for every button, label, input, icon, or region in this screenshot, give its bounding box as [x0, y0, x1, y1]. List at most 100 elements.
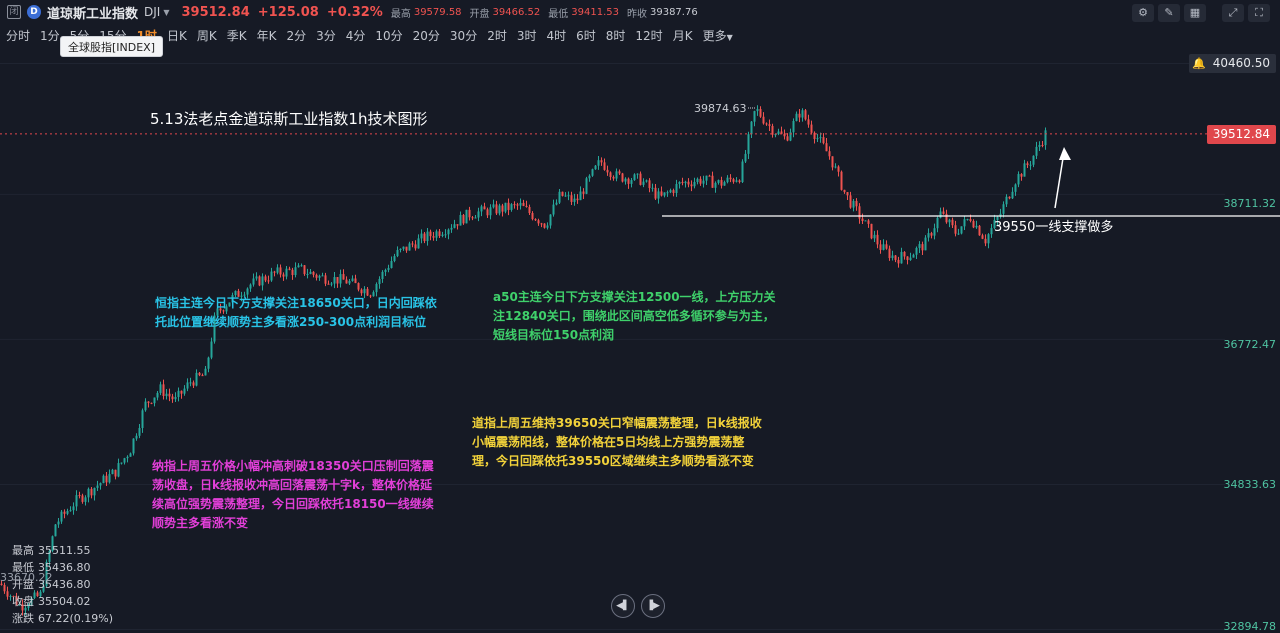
- candle-body: [744, 153, 747, 162]
- timeframe-tab[interactable]: 3时: [517, 27, 537, 44]
- quote-label-open: 开盘: [469, 8, 490, 20]
- candle-body: [324, 275, 327, 284]
- candle-body: [879, 244, 882, 250]
- candle-body: [759, 109, 762, 117]
- timeframe-tab[interactable]: 4分: [346, 27, 366, 44]
- candle-body: [963, 219, 966, 227]
- candle-body: [480, 206, 483, 212]
- symbol-code[interactable]: DJI: [144, 5, 160, 19]
- timeframe-tab[interactable]: 周K: [197, 27, 217, 44]
- candle-body: [738, 180, 741, 183]
- scroll-left-icon[interactable]: ◀▌: [611, 594, 635, 618]
- candle-body: [822, 137, 825, 144]
- candle-body: [627, 178, 630, 184]
- candle-body: [93, 487, 96, 496]
- more-timeframes-button[interactable]: 更多▼: [703, 27, 733, 44]
- timeframe-tab[interactable]: 30分: [450, 27, 477, 44]
- candle-body: [402, 246, 405, 249]
- candle-body: [159, 384, 162, 393]
- candle-body: [696, 178, 699, 183]
- timeframe-tab[interactable]: 3分: [316, 27, 336, 44]
- window-icon[interactable]: 闭: [7, 5, 21, 19]
- candle-body: [816, 138, 819, 140]
- candle-body: [87, 488, 90, 498]
- candle-body: [420, 233, 423, 239]
- candle-body: [552, 204, 555, 215]
- timeframe-tab[interactable]: 分时: [6, 27, 30, 44]
- candle-body: [750, 121, 753, 135]
- candle-body: [651, 187, 654, 189]
- edit-icon[interactable]: ✎: [1158, 4, 1180, 22]
- candle-body: [1002, 204, 1005, 214]
- candle-body: [468, 209, 471, 218]
- candle-body: [96, 485, 99, 488]
- candle-body: [459, 214, 462, 226]
- candle-body: [507, 202, 510, 210]
- timeframe-tab[interactable]: 日K: [167, 27, 187, 44]
- candle-body: [888, 248, 891, 259]
- timeframe-tab[interactable]: 6时: [576, 27, 596, 44]
- candle-body: [1044, 130, 1047, 146]
- candle-body: [675, 183, 678, 194]
- candle-body: [138, 428, 141, 436]
- candle-body: [354, 278, 357, 284]
- candle-body: [162, 384, 165, 397]
- candle-body: [210, 341, 213, 358]
- candle-body: [834, 166, 837, 168]
- candle-body: [504, 202, 507, 212]
- candle-body: [63, 511, 66, 514]
- timeframe-tab[interactable]: 4时: [546, 27, 566, 44]
- timeframe-tab[interactable]: 12时: [635, 27, 662, 44]
- candle-body: [648, 180, 651, 189]
- candle-body: [909, 257, 912, 261]
- candle-body: [495, 204, 498, 214]
- chevron-down-icon[interactable]: ▼: [163, 8, 169, 17]
- candle-body: [276, 267, 279, 273]
- candle-body: [204, 368, 207, 376]
- candle-body: [762, 116, 765, 124]
- timeframe-tab[interactable]: 年K: [257, 27, 277, 44]
- symbol-name[interactable]: 道琼斯工业指数: [47, 3, 138, 22]
- timeframe-tab[interactable]: 10分: [375, 27, 402, 44]
- candle-body: [498, 205, 501, 214]
- period-high-label: 39874.63: [694, 102, 747, 115]
- timeframe-tab[interactable]: 月K: [673, 27, 693, 44]
- candle-body: [489, 207, 492, 216]
- layout-icon[interactable]: ▦: [1184, 4, 1206, 22]
- candle-body: [687, 181, 690, 185]
- candle-body: [291, 269, 294, 276]
- timeframe-tab[interactable]: 1分: [40, 27, 60, 44]
- candle-body: [408, 243, 411, 251]
- timeframe-tab[interactable]: 20分: [413, 27, 440, 44]
- candle-body: [201, 375, 204, 377]
- quote-value-open: 39466.52: [492, 6, 541, 18]
- candle-body: [114, 469, 117, 477]
- candle-body: [132, 438, 135, 454]
- axis-tick-label: 34833.63: [1223, 478, 1277, 491]
- candle-body: [660, 191, 663, 196]
- candle-body: [864, 220, 867, 222]
- timeframe-tab[interactable]: 2分: [286, 27, 306, 44]
- timeframe-tab[interactable]: 8时: [606, 27, 626, 44]
- candle-body: [417, 238, 420, 249]
- candle-body: [342, 274, 345, 280]
- fullscreen-icon[interactable]: ⛶: [1248, 4, 1270, 22]
- candle-body: [267, 280, 270, 282]
- timeframe-tab[interactable]: 2时: [487, 27, 507, 44]
- timeframe-tab[interactable]: 季K: [227, 27, 247, 44]
- candle-body: [876, 234, 879, 245]
- candle-body: [582, 191, 585, 194]
- candle-body: [723, 182, 726, 186]
- chart-area[interactable]: 🔔 40460.50 39512.84 38711.32 36772.47 34…: [0, 46, 1280, 633]
- candle-body: [576, 198, 579, 201]
- scroll-right-icon[interactable]: ▐▶: [641, 594, 665, 618]
- candle-body: [540, 223, 543, 225]
- candle-body: [309, 271, 312, 274]
- candle-body: [60, 511, 63, 522]
- expand-icon[interactable]: ⤢: [1222, 4, 1244, 22]
- candle-body: [969, 219, 972, 221]
- candle-body: [501, 205, 504, 212]
- chart-settings-icon[interactable]: ⚙: [1132, 4, 1154, 22]
- candle-body: [585, 178, 588, 194]
- candle-body: [279, 267, 282, 275]
